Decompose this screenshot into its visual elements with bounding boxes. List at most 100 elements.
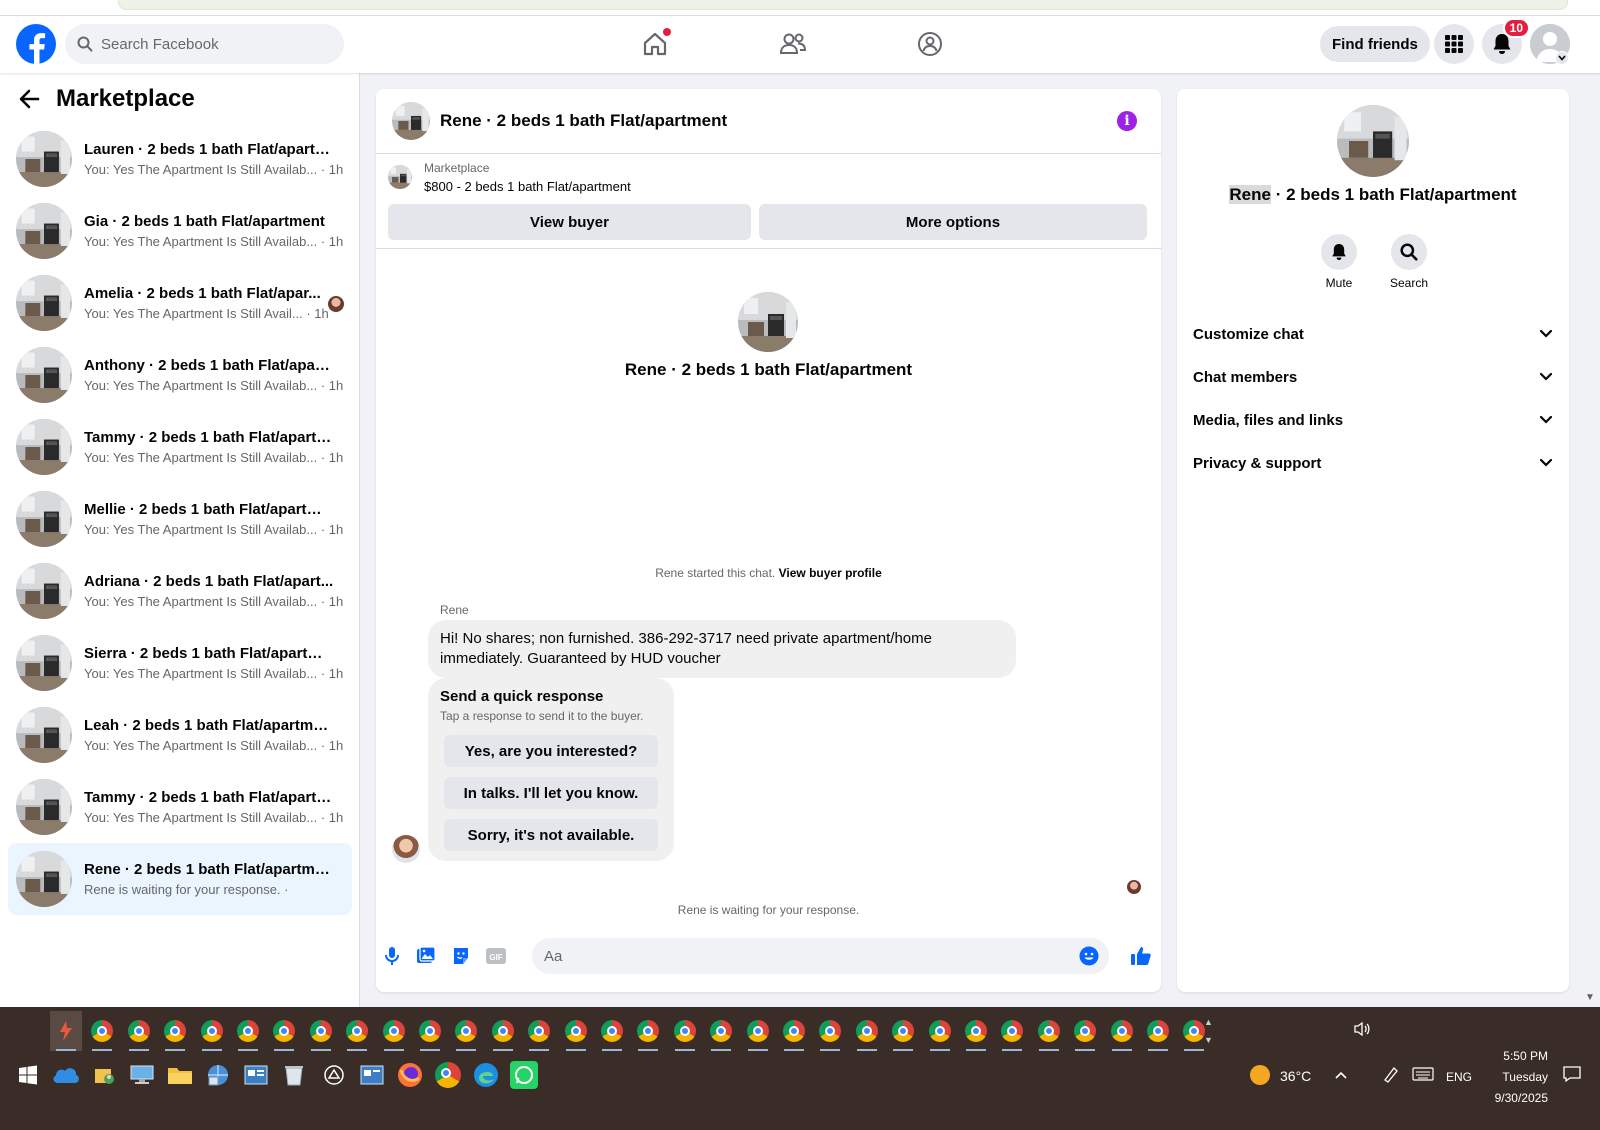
- chrome-window-icon[interactable]: [1142, 1011, 1174, 1051]
- chrome-window-icon[interactable]: [232, 1011, 264, 1051]
- microphone-icon[interactable]: [380, 944, 404, 968]
- menu-button[interactable]: [1434, 24, 1474, 64]
- chrome-window-icon[interactable]: [450, 1011, 482, 1051]
- notification-center-icon[interactable]: [1562, 1065, 1582, 1088]
- thread-item[interactable]: Tammy · 2 beds 1 bath Flat/apartm... You:…: [8, 411, 352, 483]
- facebook-logo-icon[interactable]: [16, 24, 56, 64]
- windows-start-icon[interactable]: [12, 1059, 44, 1091]
- clock-day[interactable]: Tuesday: [1488, 1070, 1548, 1084]
- chrome-window-icon[interactable]: [341, 1011, 373, 1051]
- back-arrow-icon[interactable]: [18, 88, 40, 110]
- quick-response-yes-button[interactable]: Yes, are you interested?: [444, 735, 658, 767]
- chrome-window-icon[interactable]: [378, 1011, 410, 1051]
- quick-response-in-talks-button[interactable]: In talks. I'll let you know.: [444, 777, 658, 809]
- thread-item[interactable]: Lauren · 2 beds 1 bath Flat/apartm... You…: [8, 123, 352, 195]
- temperature[interactable]: 36°C: [1280, 1068, 1311, 1084]
- chat-header-avatar[interactable]: [392, 102, 430, 140]
- gif-icon[interactable]: GIF: [484, 944, 508, 968]
- pinned-app-icon[interactable]: [50, 1011, 82, 1051]
- scroll-down-arrow-icon[interactable]: ▼: [1585, 992, 1597, 1004]
- chrome-window-icon[interactable]: [196, 1011, 228, 1051]
- thread-item[interactable]: Amelia · 2 beds 1 bath Flat/apar... You: …: [8, 267, 352, 339]
- message-input-box[interactable]: [532, 938, 1109, 974]
- app-circle-icon[interactable]: [318, 1059, 350, 1091]
- chrome-window-icon[interactable]: [851, 1011, 883, 1051]
- chrome-window-icon[interactable]: [123, 1011, 155, 1051]
- privacy-support-section[interactable]: Privacy & support: [1193, 443, 1553, 483]
- firefox-icon[interactable]: [394, 1059, 426, 1091]
- desktop-icon[interactable]: [126, 1059, 158, 1091]
- chrome-window-icon[interactable]: [669, 1011, 701, 1051]
- thumbs-up-icon[interactable]: [1127, 944, 1155, 968]
- chat-members-section[interactable]: Chat members: [1193, 357, 1553, 397]
- thread-item[interactable]: Adriana · 2 beds 1 bath Flat/apart... You…: [8, 555, 352, 627]
- emoji-icon[interactable]: [1079, 946, 1099, 966]
- search-box[interactable]: [65, 24, 344, 64]
- pen-icon[interactable]: [1382, 1065, 1400, 1088]
- thread-item[interactable]: Tammy · 2 beds 1 bath Flat/apartm... You:…: [8, 771, 352, 843]
- address-bar-remnant[interactable]: [118, 0, 1568, 10]
- recycle-bin-icon[interactable]: [278, 1059, 310, 1091]
- chrome-window-icon[interactable]: [1106, 1011, 1138, 1051]
- chrome-icon[interactable]: [432, 1059, 464, 1091]
- chrome-window-icon[interactable]: [996, 1011, 1028, 1051]
- control-panel-icon[interactable]: [240, 1059, 272, 1091]
- chrome-window-icon[interactable]: [1033, 1011, 1065, 1051]
- chrome-window-icon[interactable]: [705, 1011, 737, 1051]
- home-nav-button[interactable]: [635, 26, 675, 62]
- chrome-window-icon[interactable]: [632, 1011, 664, 1051]
- chrome-window-icon[interactable]: [778, 1011, 810, 1051]
- chrome-window-icon[interactable]: [268, 1011, 300, 1051]
- thread-item[interactable]: Sierra · 2 beds 1 bath Flat/apartment You…: [8, 627, 352, 699]
- chrome-window-icon[interactable]: [560, 1011, 592, 1051]
- search-input[interactable]: [101, 35, 311, 53]
- view-buyer-button[interactable]: View buyer: [388, 204, 751, 240]
- notifications-button[interactable]: 10: [1482, 18, 1530, 64]
- message-input[interactable]: [544, 947, 1044, 965]
- clock-time[interactable]: 5:50 PM: [1488, 1049, 1548, 1063]
- chrome-window-icon[interactable]: [523, 1011, 555, 1051]
- clock-date[interactable]: 9/30/2025: [1470, 1091, 1548, 1105]
- chrome-window-icon[interactable]: [86, 1011, 118, 1051]
- listing-summary[interactable]: Marketplace $800 - 2 beds 1 bath Flat/ap…: [388, 161, 631, 194]
- groups-nav-button[interactable]: [910, 26, 950, 62]
- chat-title[interactable]: Rene · 2 beds 1 bath Flat/apartment: [440, 111, 727, 131]
- chrome-window-icon[interactable]: [887, 1011, 919, 1051]
- sender-avatar[interactable]: [392, 835, 420, 863]
- mute-action[interactable]: Mute: [1309, 234, 1369, 290]
- incoming-message-bubble[interactable]: Hi! No shares; non furnished. 386-292-37…: [428, 620, 1016, 678]
- whatsapp-icon[interactable]: [508, 1059, 540, 1091]
- network-icon[interactable]: [202, 1059, 234, 1091]
- sticker-icon[interactable]: [449, 944, 473, 968]
- photo-icon[interactable]: [414, 944, 438, 968]
- chrome-window-icon[interactable]: [814, 1011, 846, 1051]
- chrome-window-icon[interactable]: [960, 1011, 992, 1051]
- chrome-window-icon[interactable]: [924, 1011, 956, 1051]
- info-icon[interactable]: i: [1117, 111, 1137, 131]
- thread-item[interactable]: Rene · 2 beds 1 bath Flat/apartment Rene …: [8, 843, 352, 915]
- find-friends-button[interactable]: Find friends: [1320, 26, 1430, 62]
- thread-item[interactable]: Gia · 2 beds 1 bath Flat/apartment You: Y…: [8, 195, 352, 267]
- settings-window-icon[interactable]: [356, 1059, 388, 1091]
- edge-icon[interactable]: [470, 1059, 502, 1091]
- taskbar-scroll-arrows-icon[interactable]: ▲ ▼: [1204, 1013, 1213, 1049]
- search-action[interactable]: Search: [1379, 234, 1439, 290]
- customize-chat-section[interactable]: Customize chat: [1193, 314, 1553, 354]
- account-chevron-icon[interactable]: [1555, 51, 1569, 65]
- onedrive-icon[interactable]: [50, 1059, 82, 1091]
- chrome-window-icon[interactable]: [596, 1011, 628, 1051]
- weather-sun-icon[interactable]: [1250, 1065, 1270, 1085]
- input-language[interactable]: ENG: [1446, 1070, 1472, 1084]
- chrome-window-icon[interactable]: [742, 1011, 774, 1051]
- chrome-window-icon[interactable]: [487, 1011, 519, 1051]
- quick-response-not-available-button[interactable]: Sorry, it's not available.: [444, 819, 658, 851]
- chrome-window-icon[interactable]: [414, 1011, 446, 1051]
- chrome-window-icon[interactable]: [305, 1011, 337, 1051]
- view-buyer-profile-link[interactable]: View buyer profile: [779, 566, 882, 580]
- more-options-button[interactable]: More options: [759, 204, 1147, 240]
- user-files-icon[interactable]: [88, 1059, 120, 1091]
- media-files-links-section[interactable]: Media, files and links: [1193, 400, 1553, 440]
- chrome-window-icon[interactable]: [1069, 1011, 1101, 1051]
- chrome-window-icon[interactable]: [159, 1011, 191, 1051]
- volume-icon[interactable]: [1353, 1021, 1371, 1042]
